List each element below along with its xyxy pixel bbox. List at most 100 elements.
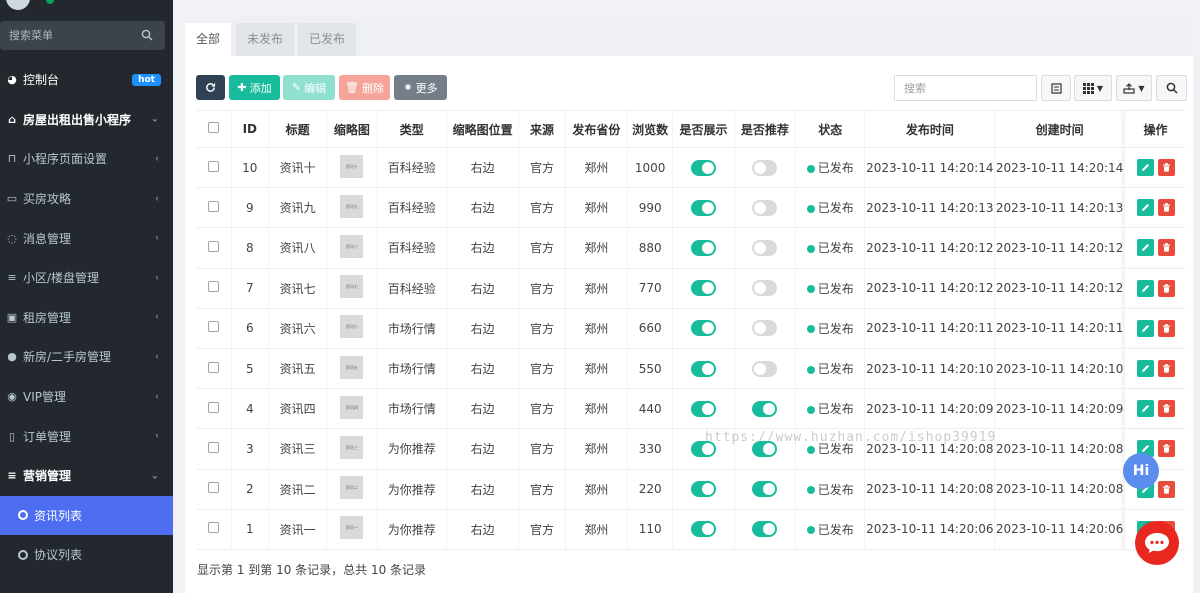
recommend-toggle[interactable] xyxy=(752,199,778,216)
row-delete-button[interactable] xyxy=(1157,159,1175,177)
row-edit-button[interactable] xyxy=(1136,159,1154,177)
thumbnail-image[interactable]: 资讯六 xyxy=(340,315,364,339)
table-row[interactable]: 2 资讯二 资讯二 为你推荐 右边 官方 郑州 220 已发布 2023-10-11 14:20:… xyxy=(196,469,1186,510)
table-row[interactable]: 5 资讯五 资讯五 市场行情 右边 官方 郑州 550 已发布 2023-10-11 14:20:… xyxy=(196,348,1186,390)
thumbnail-image[interactable]: 资讯十 xyxy=(340,154,364,178)
tab-published[interactable]: 已发布 xyxy=(298,23,357,56)
sidebar-group-house-app[interactable]: ⌂ 房屋出租出售小程序 ⌄ xyxy=(0,100,173,140)
thumbnail-image[interactable]: 资讯九 xyxy=(340,194,364,218)
sidebar-item-community[interactable]: ≡ 小区/楼盘管理 ‹ xyxy=(0,258,173,298)
toggle-view-button[interactable] xyxy=(1041,75,1071,101)
row-delete-button[interactable] xyxy=(1157,400,1175,418)
recommend-toggle[interactable] xyxy=(752,280,778,297)
refresh-button[interactable] xyxy=(196,75,225,100)
sidebar-item-new-house[interactable]: ● 新房/二手房管理 ‹ xyxy=(0,337,173,377)
chat-button[interactable] xyxy=(1135,521,1179,565)
row-edit-button[interactable] xyxy=(1136,199,1154,217)
row-edit-button[interactable] xyxy=(1136,400,1154,418)
more-button[interactable]: ✷ 更多 xyxy=(394,75,447,100)
thumbnail-image[interactable]: 资讯三 xyxy=(340,435,364,459)
export-button[interactable]: ▼ xyxy=(1116,75,1152,101)
sidebar-item-orders[interactable]: ▯ 订单管理 ‹ xyxy=(0,416,173,456)
row-checkbox[interactable] xyxy=(207,321,219,333)
row-checkbox[interactable] xyxy=(207,160,219,172)
row-checkbox[interactable] xyxy=(207,401,219,413)
thumbnail-image[interactable]: 资讯四 xyxy=(340,395,364,419)
show-toggle[interactable] xyxy=(690,199,716,216)
row-edit-button[interactable] xyxy=(1136,360,1154,378)
show-toggle[interactable] xyxy=(690,400,716,417)
delete-button[interactable]: 🗑 删除 xyxy=(339,75,390,100)
show-toggle[interactable] xyxy=(690,280,716,297)
select-all-checkbox[interactable] xyxy=(207,122,219,133)
recommend-toggle[interactable] xyxy=(752,440,778,457)
table-row[interactable]: 3 资讯三 资讯三 为你推荐 右边 官方 郑州 330 已发布 2023-10-11 14:20:… xyxy=(196,428,1186,470)
row-checkbox[interactable] xyxy=(207,281,219,293)
edit-button[interactable]: ✎ 编辑 xyxy=(283,75,335,100)
row-edit-button[interactable] xyxy=(1136,279,1154,297)
row-edit-button[interactable] xyxy=(1136,319,1154,337)
col-id[interactable]: ID xyxy=(230,110,269,148)
advanced-search-button[interactable] xyxy=(1156,75,1187,101)
show-toggle[interactable] xyxy=(690,159,716,176)
recommend-toggle[interactable] xyxy=(752,239,778,256)
sidebar-item-messages[interactable]: ◌ 消息管理 ‹ xyxy=(0,218,173,258)
columns-button[interactable]: ▼ xyxy=(1074,75,1112,101)
sidebar-group-marketing[interactable]: ≡ 营销管理 ⌄ xyxy=(0,456,173,496)
tab-all[interactable]: 全部 xyxy=(185,23,232,56)
thumbnail-image[interactable]: 资讯二 xyxy=(340,476,364,500)
search-icon[interactable] xyxy=(141,29,153,41)
sidebar-item-agreement-list[interactable]: 协议列表 xyxy=(0,535,173,575)
show-toggle[interactable] xyxy=(690,440,716,457)
add-button[interactable]: ✚ 添加 xyxy=(229,75,280,100)
recommend-toggle[interactable] xyxy=(752,360,778,377)
thumbnail-image[interactable]: 资讯八 xyxy=(340,234,364,258)
sidebar-item-rental[interactable]: ▣ 租房管理 ‹ xyxy=(0,298,173,338)
sidebar-item-buying-guide[interactable]: ▭ 买房攻略 ‹ xyxy=(0,179,173,219)
thumbnail-image[interactable]: 资讯五 xyxy=(340,355,364,379)
avatar[interactable] xyxy=(6,0,30,10)
table-row[interactable]: 9 资讯九 资讯九 百科经验 右边 官方 郑州 990 已发布 2023-10-11 14:20:… xyxy=(196,187,1186,229)
row-checkbox[interactable] xyxy=(207,361,219,373)
show-toggle[interactable] xyxy=(690,521,716,538)
sidebar-item-page-settings[interactable]: ⊓ 小程序页面设置 ‹ xyxy=(0,139,173,179)
row-delete-button[interactable] xyxy=(1157,440,1175,458)
tab-unpublished[interactable]: 未发布 xyxy=(236,23,295,56)
table-row[interactable]: 10 资讯十 资讯十 百科经验 右边 官方 郑州 1000 已发布 2023-10-11 14:2… xyxy=(196,147,1186,189)
sidebar-item-dashboard[interactable]: ◕ 控制台 hot xyxy=(0,60,173,100)
recommend-toggle[interactable] xyxy=(752,159,778,176)
recommend-toggle[interactable] xyxy=(752,320,778,337)
row-delete-button[interactable] xyxy=(1157,360,1175,378)
row-checkbox[interactable] xyxy=(207,482,219,494)
row-edit-button[interactable] xyxy=(1136,239,1154,257)
table-row[interactable]: 7 资讯七 资讯七 百科经验 右边 官方 郑州 770 已发布 2023-10-11 14:20:… xyxy=(196,268,1186,309)
row-checkbox[interactable] xyxy=(207,200,219,212)
show-toggle[interactable] xyxy=(690,320,716,337)
row-checkbox[interactable] xyxy=(207,522,219,534)
recommend-toggle[interactable] xyxy=(752,400,778,417)
row-delete-button[interactable] xyxy=(1157,199,1175,217)
table-row[interactable]: 1 资讯一 资讯一 为你推荐 右边 官方 郑州 110 已发布 2023-10-11 14:20:… xyxy=(196,509,1186,550)
row-delete-button[interactable] xyxy=(1157,279,1175,297)
thumbnail-image[interactable]: 资讯一 xyxy=(340,516,364,540)
row-delete-button[interactable] xyxy=(1157,239,1175,257)
table-row[interactable]: 6 资讯六 资讯六 市场行情 右边 官方 郑州 660 已发布 2023-10-11 14:20:… xyxy=(196,308,1186,349)
show-toggle[interactable] xyxy=(690,239,716,256)
col-show: 是否展示 xyxy=(672,110,735,148)
show-toggle[interactable] xyxy=(690,481,716,498)
table-row[interactable]: 4 资讯四 资讯四 市场行情 右边 官方 郑州 440 已发布 2023-10-11 14:20:… xyxy=(196,388,1186,430)
row-checkbox[interactable] xyxy=(207,441,219,453)
show-toggle[interactable] xyxy=(690,360,716,377)
hi-chat-bubble[interactable]: Hi xyxy=(1123,453,1159,489)
row-checkbox[interactable] xyxy=(207,240,219,252)
title-cell: 资讯七 xyxy=(267,268,327,309)
recommend-toggle[interactable] xyxy=(752,481,778,498)
row-delete-button[interactable] xyxy=(1157,480,1175,498)
sidebar-item-vip[interactable]: ◉ VIP管理 ‹ xyxy=(0,377,173,417)
thumbnail-image[interactable]: 资讯七 xyxy=(340,275,364,299)
recommend-toggle[interactable] xyxy=(752,521,778,538)
table-search-input[interactable] xyxy=(895,76,1036,100)
table-row[interactable]: 8 资讯八 资讯八 百科经验 右边 官方 郑州 880 已发布 2023-10-11 14:20:… xyxy=(196,227,1186,269)
row-delete-button[interactable] xyxy=(1157,319,1175,337)
sidebar-item-news-list[interactable]: 资讯列表 xyxy=(0,495,173,536)
